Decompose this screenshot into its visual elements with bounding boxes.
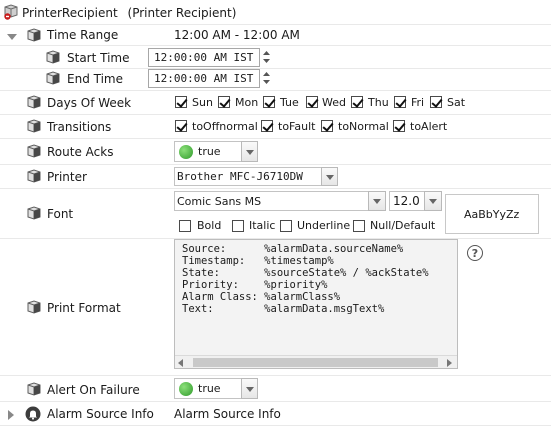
transition-checkbox-toalert[interactable] [393,120,405,132]
font-italic-label: Italic [249,219,276,232]
time-range-value: 12:00 AM - 12:00 AM [174,28,300,42]
cube-icon [27,95,41,109]
print-format-line: Source: %alarmData.sourceName% [182,243,404,255]
transition-checkbox-tooffnormal[interactable] [175,120,187,132]
font-size-select[interactable]: 12.0 [389,191,442,211]
start-time-label: Start Time [67,51,130,65]
transition-checkbox-tofault[interactable] [261,120,273,132]
transition-label-tonormal: toNormal [338,120,389,133]
day-checkbox-fri[interactable] [394,96,406,108]
font-family-select[interactable]: Comic Sans MS [174,191,386,211]
day-checkbox-mon[interactable] [218,96,230,108]
cube-icon [27,300,41,314]
print-format-line: Timestamp: %timestamp% [182,255,334,267]
end-time-spinner[interactable] [262,70,271,86]
font-underline-label: Underline [297,219,351,232]
print-format-textarea[interactable]: Source: %alarmData.sourceName% Timestamp… [174,239,458,369]
route-acks-dropdown-button[interactable] [241,141,258,162]
true-status-icon [179,382,193,396]
font-null-default-checkbox[interactable] [353,220,365,232]
cube-icon [27,144,41,158]
day-checkbox-sun[interactable] [175,96,187,108]
alert-on-failure-label: Alert On Failure [47,383,140,397]
font-size-dropdown-button[interactable] [424,191,442,211]
print-format-line: State: %sourceState% / %ackState% [182,267,429,279]
printer-dropdown-button[interactable] [321,167,338,186]
day-label-mon: Mon [235,96,259,109]
cube-icon [46,50,60,64]
help-icon[interactable]: ? [467,245,483,261]
day-checkbox-wed[interactable] [306,96,318,108]
scroll-left-icon[interactable] [178,359,183,367]
header-title: PrinterRecipient [22,6,118,20]
day-label-sat: Sat [447,96,466,109]
start-time-spinner[interactable] [262,49,271,65]
day-label-sun: Sun [192,96,213,109]
chevron-down-icon [373,199,381,204]
transitions-label: Transitions [47,120,112,134]
alarm-source-info-expand-toggle[interactable] [8,409,16,420]
print-format-scrollbar[interactable] [175,355,457,368]
printer-select[interactable]: Brother MFC-J6710DW [174,167,338,186]
cube-icon [27,119,41,133]
transition-label-tooffnormal: toOffnormal [192,120,258,133]
time-range-expand-toggle[interactable] [7,31,17,40]
print-format-line: Text: %alarmData.msgText% [182,303,385,315]
scroll-right-icon[interactable] [447,359,452,367]
chevron-down-icon [326,175,334,180]
font-preview: AaBbYyZz [445,194,539,234]
cube-icon [27,169,41,183]
chevron-down-icon [246,150,254,155]
cube-icon [27,28,41,42]
scrollbar-thumb[interactable] [193,358,438,367]
end-time-label: End Time [67,72,123,86]
alert-on-failure-dropdown-button[interactable] [241,378,258,399]
true-status-icon [179,145,193,159]
alarm-source-info-value: Alarm Source Info [174,407,281,421]
day-label-thu: Thu [368,96,389,109]
cube-icon [27,206,41,220]
day-label-wed: Wed [322,96,346,109]
font-null-default-label: Null/Default [370,219,436,232]
alert-on-failure-select[interactable]: true [174,378,258,399]
chevron-down-icon [429,199,437,204]
header-icon [3,4,19,20]
transition-label-toalert: toAlert [410,120,448,133]
font-bold-label: Bold [197,219,222,232]
route-acks-select[interactable]: true [174,141,258,162]
font-bold-checkbox[interactable] [179,220,191,232]
font-italic-checkbox[interactable] [232,220,244,232]
font-underline-checkbox[interactable] [280,220,292,232]
alarm-source-info-label: Alarm Source Info [47,407,154,421]
font-family-dropdown-button[interactable] [368,191,386,211]
print-format-label: Print Format [47,301,121,315]
print-format-line: Alarm Class: %alarmClass% [182,291,341,303]
day-label-tue: Tue [280,96,299,109]
cube-icon [27,382,41,396]
transition-checkbox-tonormal[interactable] [321,120,333,132]
start-time-field[interactable]: 12:00:00 AM IST [148,48,260,67]
day-checkbox-sat[interactable] [430,96,442,108]
page-title: PrinterRecipient (Printer Recipient) [22,6,236,20]
alarm-icon [25,406,41,422]
transition-label-tofault: toFault [278,120,316,133]
print-format-line: Priority: %priority% [182,279,328,291]
chevron-down-icon [246,387,254,392]
printer-label: Printer [47,170,87,184]
days-of-week-label: Days Of Week [47,96,132,110]
route-acks-label: Route Acks [47,145,114,159]
font-label: Font [47,207,74,221]
time-range-label: Time Range [47,28,119,42]
end-time-field[interactable]: 12:00:00 AM IST [148,69,260,88]
day-checkbox-tue[interactable] [263,96,275,108]
day-label-fri: Fri [411,96,425,109]
day-checkbox-thu[interactable] [351,96,363,108]
header-subtitle: (Printer Recipient) [127,6,237,20]
cube-icon [46,71,60,85]
